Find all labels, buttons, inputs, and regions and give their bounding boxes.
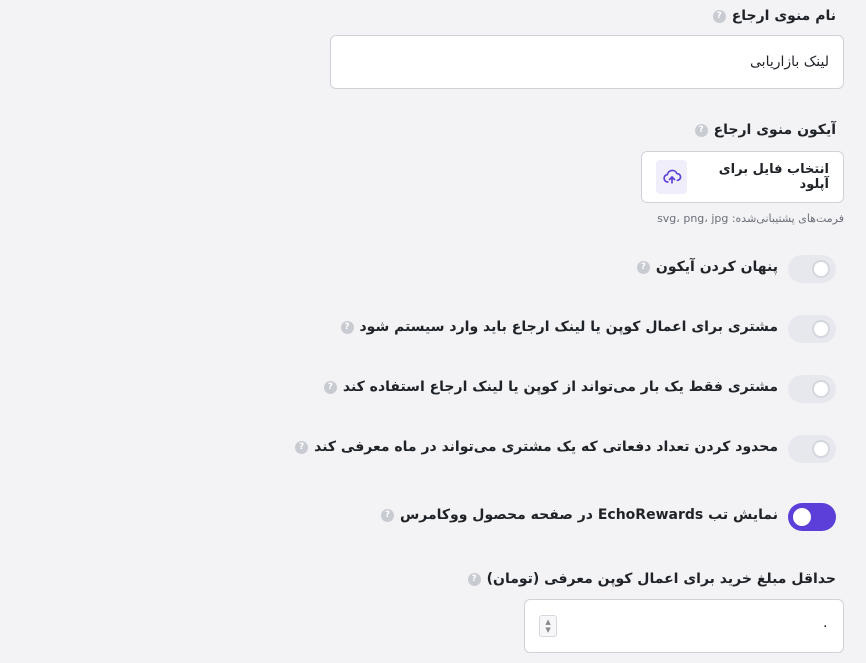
monthly-limit-toggle[interactable] bbox=[788, 435, 836, 463]
help-icon[interactable]: ? bbox=[323, 380, 337, 394]
help-icon[interactable]: ? bbox=[467, 572, 481, 586]
help-icon[interactable]: ? bbox=[340, 320, 354, 334]
monthly-limit-label: محدود کردن تعداد دفعاتی که یک مشتری می‌ت… bbox=[295, 439, 778, 455]
require-login-toggle[interactable] bbox=[788, 315, 836, 343]
input-value: لینک بازاریابی bbox=[750, 54, 829, 70]
label-text: آیکون منوی ارجاع bbox=[713, 122, 836, 138]
supported-formats-hint: فرمت‌های پشتیبانی‌شده: svg، png، jpg bbox=[657, 212, 844, 225]
upload-label: انتخاب فایل برای آپلود bbox=[718, 162, 829, 192]
settings-page: نام منوی ارجاع ? لینک بازاریابی آیکون من… bbox=[0, 0, 866, 663]
help-icon[interactable]: ? bbox=[636, 260, 650, 274]
label-text: محدود کردن تعداد دفعاتی که یک مشتری می‌ت… bbox=[314, 439, 778, 455]
number-spinner[interactable]: ▲ ▼ bbox=[539, 615, 557, 637]
toggle-knob bbox=[812, 440, 830, 458]
label-text: نمایش تب EchoRewards در صفحه محصول ووکام… bbox=[399, 507, 778, 523]
help-icon[interactable]: ? bbox=[295, 440, 309, 454]
referral-menu-icon-label: آیکون منوی ارجاع ? bbox=[694, 122, 836, 138]
hide-icon-toggle[interactable] bbox=[788, 255, 836, 283]
toggle-knob bbox=[812, 380, 830, 398]
referral-menu-name-input[interactable]: لینک بازاریابی bbox=[330, 35, 844, 89]
label-text: مشتری فقط یک بار می‌تواند از کوپن یا لین… bbox=[342, 379, 778, 395]
help-icon[interactable]: ? bbox=[694, 123, 708, 137]
chevron-down-icon[interactable]: ▼ bbox=[545, 626, 550, 634]
label-text: پنهان کردن آیکون bbox=[655, 259, 778, 275]
help-icon[interactable]: ? bbox=[380, 508, 394, 522]
toggle-knob bbox=[812, 260, 830, 278]
cloud-upload-icon bbox=[656, 160, 688, 194]
require-login-label: مشتری برای اعمال کوپن یا لینک ارجاع باید… bbox=[340, 319, 779, 335]
toggle-knob bbox=[793, 508, 811, 526]
label-text: حداقل مبلغ خرید برای اعمال کوپن معرفی (ت… bbox=[486, 571, 836, 587]
input-value: ۰ bbox=[821, 618, 829, 634]
label-text: نام منوی ارجاع bbox=[731, 8, 836, 24]
single-use-label: مشتری فقط یک بار می‌تواند از کوپن یا لین… bbox=[323, 379, 778, 395]
hide-icon-label: پنهان کردن آیکون ? bbox=[636, 259, 778, 275]
upload-file-button[interactable]: انتخاب فایل برای آپلود bbox=[641, 151, 844, 203]
show-echorewards-tab-label: نمایش تب EchoRewards در صفحه محصول ووکام… bbox=[380, 507, 778, 523]
show-echorewards-tab-toggle[interactable] bbox=[788, 503, 836, 531]
min-purchase-input[interactable]: ۰ ▲ ▼ bbox=[524, 599, 844, 653]
chevron-up-icon[interactable]: ▲ bbox=[545, 618, 550, 626]
referral-menu-name-label: نام منوی ارجاع ? bbox=[712, 8, 836, 24]
help-icon[interactable]: ? bbox=[712, 9, 726, 23]
label-text: مشتری برای اعمال کوپن یا لینک ارجاع باید… bbox=[359, 319, 779, 335]
toggle-knob bbox=[812, 320, 830, 338]
min-purchase-label: حداقل مبلغ خرید برای اعمال کوپن معرفی (ت… bbox=[467, 571, 836, 587]
single-use-toggle[interactable] bbox=[788, 375, 836, 403]
